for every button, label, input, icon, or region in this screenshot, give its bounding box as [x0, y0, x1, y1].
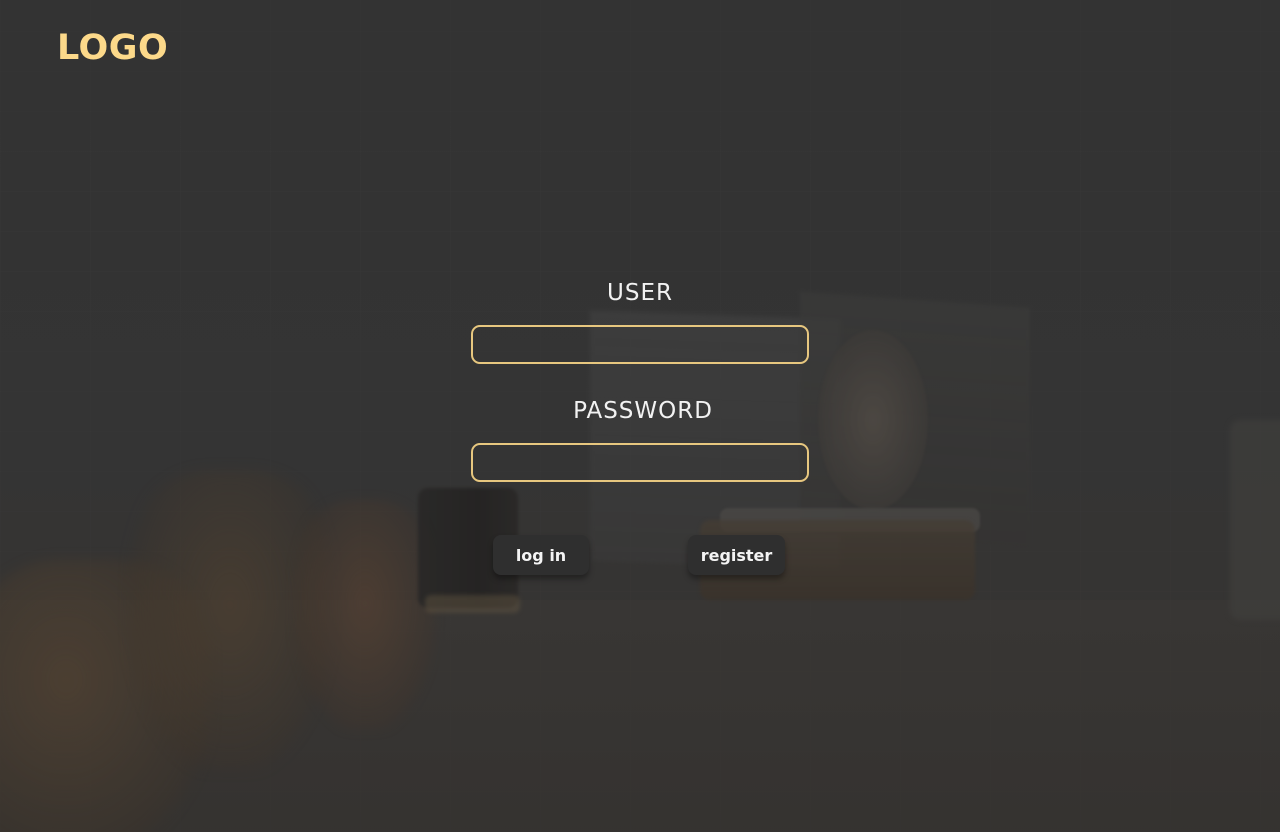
password-input[interactable] [471, 443, 809, 482]
login-form: USER PASSWORD [471, 278, 809, 482]
login-button[interactable]: log in [493, 535, 589, 575]
user-label: USER [607, 280, 673, 306]
user-input[interactable] [471, 325, 809, 364]
password-label: PASSWORD [573, 398, 713, 424]
logo[interactable]: LOGO [57, 26, 168, 70]
register-button[interactable]: register [688, 535, 785, 575]
